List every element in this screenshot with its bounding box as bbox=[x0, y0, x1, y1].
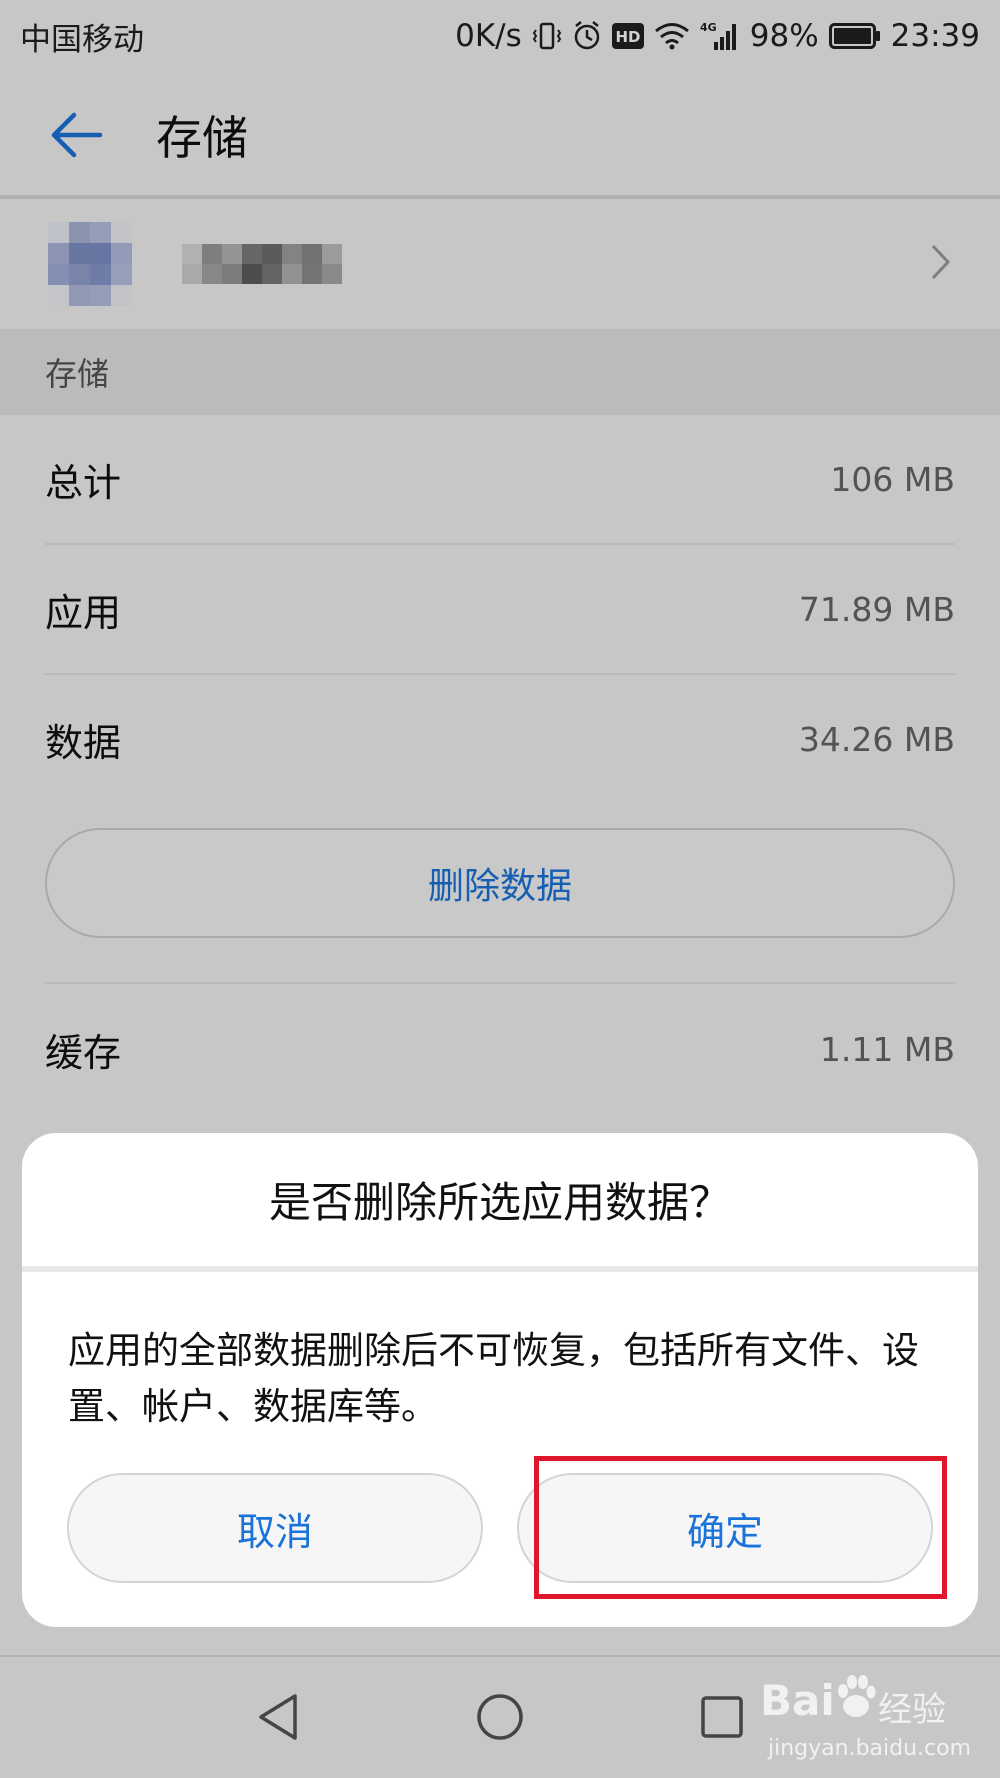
watermark-suffix: 经验 bbox=[878, 1690, 946, 1730]
baidu-jingyan-watermark: Bai 经验 jingyan.baidu.com bbox=[760, 1672, 990, 1772]
dialog-message: 应用的全部数据删除后不可恢复，包括所有文件、设置、帐户、数据库等。 bbox=[68, 1329, 919, 1428]
confirm-highlight-box bbox=[534, 1456, 947, 1599]
watermark-brand: Bai bbox=[760, 1676, 835, 1725]
dialog-title: 是否删除所选应用数据？ bbox=[268, 1178, 731, 1227]
screen: 中国移动 0K/s HD 4G 98% 23:39 存储 存储 总计 106 M… bbox=[0, 0, 1000, 1778]
dialog-divider bbox=[22, 1266, 978, 1272]
paw-icon bbox=[838, 1675, 876, 1717]
cancel-button[interactable]: 取消 bbox=[67, 1473, 483, 1583]
watermark-url: jingyan.baidu.com bbox=[768, 1736, 972, 1761]
